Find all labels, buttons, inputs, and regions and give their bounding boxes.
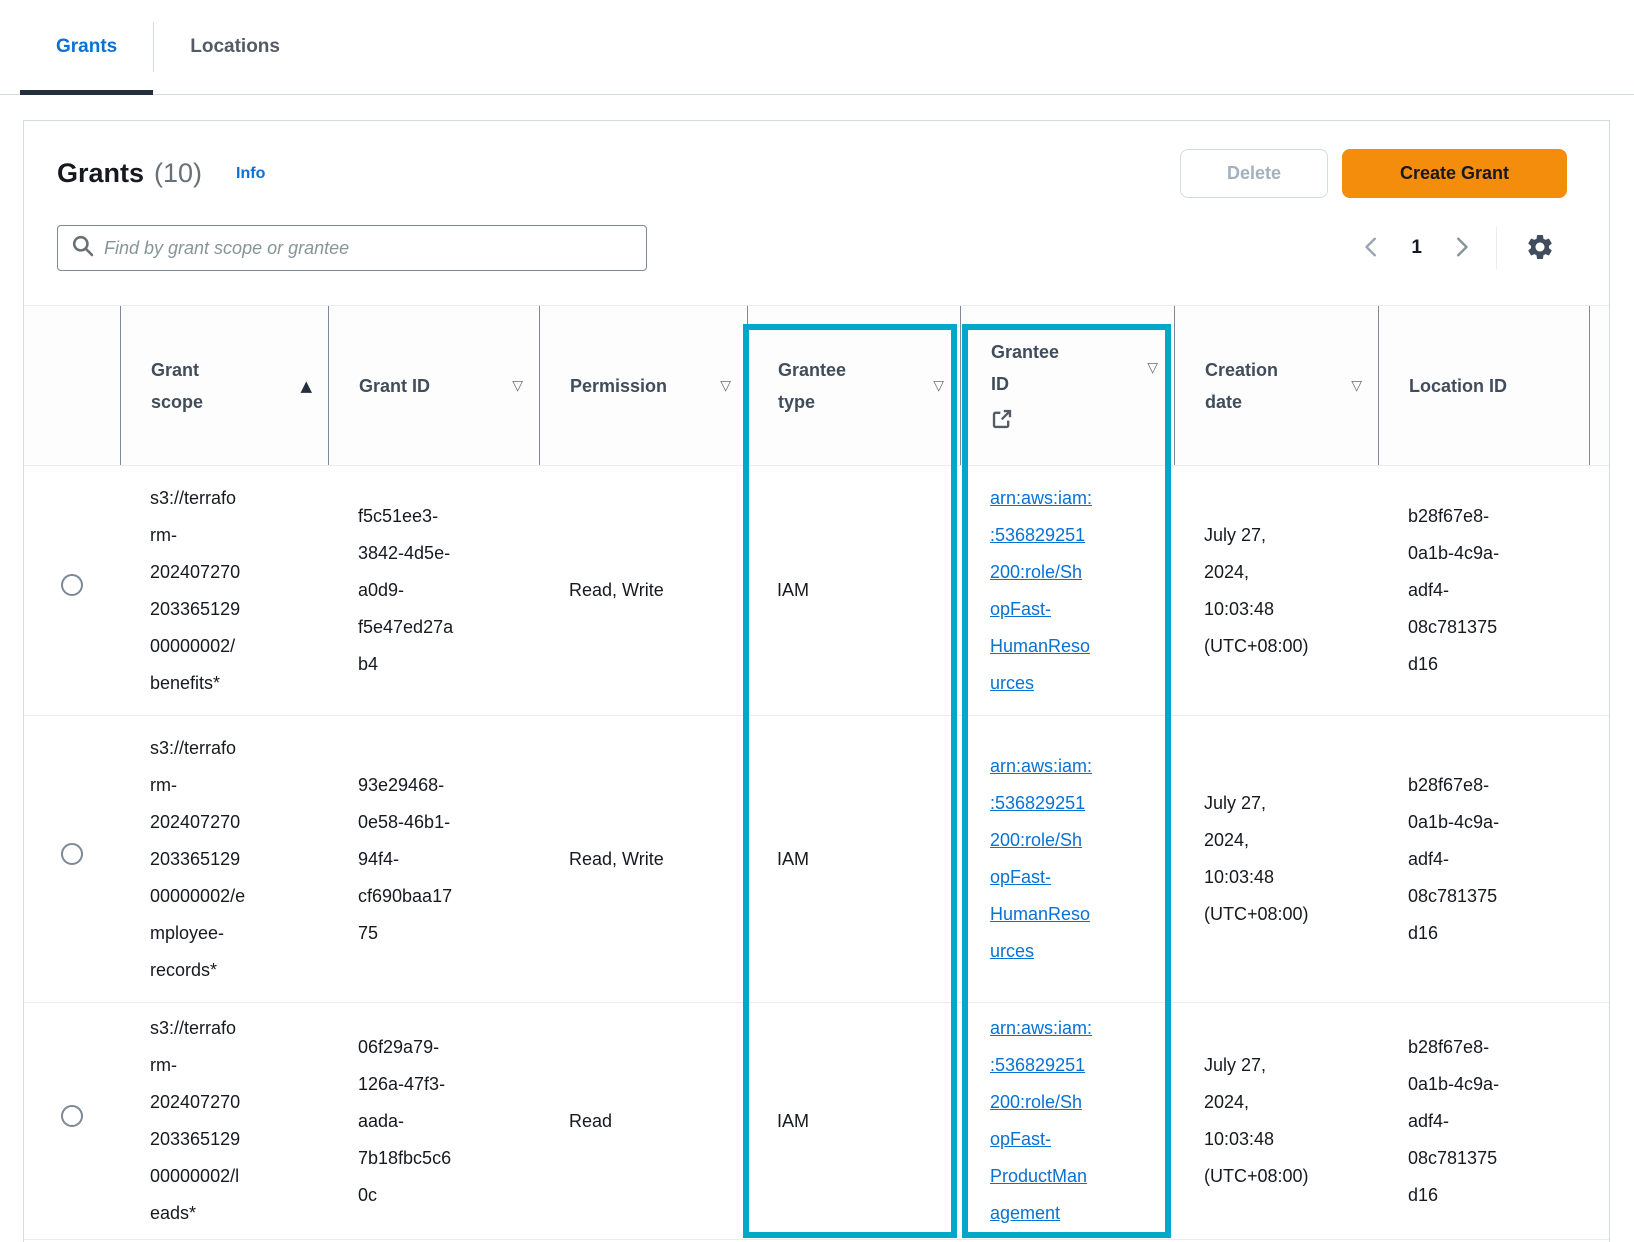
grantee-id-header-label: Grantee ID <box>991 336 1141 400</box>
previous-page-button[interactable] <box>1355 228 1389 269</box>
gear-icon <box>1525 250 1555 265</box>
sort-descending-icon[interactable]: ▽ <box>1351 378 1362 394</box>
info-link[interactable]: Info <box>236 165 265 183</box>
column-header-grantee-type[interactable]: Grantee type ▽ <box>747 306 960 465</box>
permission-cell: Read <box>539 1103 747 1140</box>
grant-scope-header-label: Grant scope <box>151 354 294 418</box>
grant-id-cell: f5c51ee3- 3842-4d5e- a0d9- f5e47ed27a b4 <box>328 498 539 683</box>
column-header-grant-scope[interactable]: Grant scope ▲ <box>120 306 328 465</box>
grant-scope-cell: s3://terrafo rm- 202407270 203365129 000… <box>120 730 328 989</box>
table-row[interactable]: s3://terrafo rm- 202407270 203365129 000… <box>24 716 1609 1003</box>
search-box[interactable] <box>57 225 647 271</box>
toolbar-divider <box>1496 227 1497 269</box>
tab-locations[interactable]: Locations <box>154 0 316 94</box>
grant-id-cell: 93e29468- 0e58-46b1- 94f4- cf690baa17 75 <box>328 767 539 952</box>
grantee-id-link[interactable]: arn:aws:iam: :536829251 200:role/Sh opFa… <box>990 488 1092 693</box>
location-id-cell: b28f67e8- 0a1b-4c9a- adf4- 08c781375 d16 <box>1378 767 1589 952</box>
sort-descending-icon[interactable]: ▽ <box>512 378 523 394</box>
column-header-creation-date[interactable]: Creation date ▽ <box>1174 306 1378 465</box>
column-header-grant-id[interactable]: Grant ID ▽ <box>328 306 539 465</box>
permission-cell: Read, Write <box>539 572 747 609</box>
next-page-button[interactable] <box>1444 228 1478 269</box>
grantee-id-link[interactable]: arn:aws:iam: :536829251 200:role/Sh opFa… <box>990 756 1092 961</box>
creation-date-cell: July 27, 2024, 10:03:48 (UTC+08:00) <box>1174 1047 1378 1195</box>
location-id-header-label: Location ID <box>1409 370 1573 402</box>
search-input[interactable] <box>104 238 632 259</box>
select-column-header <box>24 306 120 465</box>
tab-bar: Grants Locations <box>0 0 1634 95</box>
table-row[interactable]: s3://terrafo rm- 202407270 203365129 000… <box>24 466 1609 716</box>
sort-ascending-icon[interactable]: ▲ <box>300 377 312 395</box>
chevron-right-icon <box>1450 234 1472 263</box>
sort-descending-icon[interactable]: ▽ <box>1147 360 1158 376</box>
table-header-row: Grant scope ▲ Grant ID ▽ Permission ▽ Gr… <box>24 306 1609 466</box>
chevron-left-icon <box>1361 234 1383 263</box>
permission-cell: Read, Write <box>539 841 747 878</box>
grants-table: Grant scope ▲ Grant ID ▽ Permission ▽ Gr… <box>24 305 1609 1240</box>
grants-panel: Grants (10) Info Delete Create Grant <box>23 120 1610 1242</box>
panel-title: Grants <box>57 158 144 189</box>
search-icon <box>72 235 94 262</box>
current-page[interactable]: 1 <box>1411 237 1422 259</box>
table-row[interactable]: s3://terrafo rm- 202407270 203365129 000… <box>24 1003 1609 1240</box>
grantee-type-header-label: Grantee type <box>778 354 927 418</box>
panel-header: Grants (10) Info Delete Create Grant <box>24 121 1609 198</box>
permission-header-label: Permission <box>570 370 714 402</box>
grant-scope-cell: s3://terrafo rm- 202407270 203365129 000… <box>120 1010 328 1232</box>
grantee-type-cell: IAM <box>747 841 960 878</box>
creation-date-header-label: Creation date <box>1205 354 1345 418</box>
row-radio-button[interactable] <box>61 1105 83 1127</box>
tab-locations-label: Locations <box>190 36 280 58</box>
creation-date-cell: July 27, 2024, 10:03:48 (UTC+08:00) <box>1174 785 1378 933</box>
sort-descending-icon[interactable]: ▽ <box>720 378 731 394</box>
grant-scope-cell: s3://terrafo rm- 202407270 203365129 000… <box>120 480 328 702</box>
external-link-icon <box>991 408 1158 435</box>
preferences-button[interactable] <box>1521 228 1559 269</box>
grant-id-header-label: Grant ID <box>359 370 506 402</box>
create-grant-button[interactable]: Create Grant <box>1342 149 1567 198</box>
row-radio-button[interactable] <box>61 574 83 596</box>
grantee-id-link[interactable]: arn:aws:iam: :536829251 200:role/Sh opFa… <box>990 1018 1092 1223</box>
tab-grants-label: Grants <box>56 36 117 58</box>
header-filler <box>1589 306 1610 465</box>
column-header-grantee-id[interactable]: Grantee ID ▽ <box>960 306 1174 465</box>
column-header-location-id[interactable]: Location ID <box>1378 306 1589 465</box>
grantee-type-cell: IAM <box>747 1103 960 1140</box>
sort-descending-icon[interactable]: ▽ <box>933 378 944 394</box>
creation-date-cell: July 27, 2024, 10:03:48 (UTC+08:00) <box>1174 517 1378 665</box>
grantee-type-cell: IAM <box>747 572 960 609</box>
grant-id-cell: 06f29a79- 126a-47f3- aada- 7b18fbc5c6 0c <box>328 1029 539 1214</box>
location-id-cell: b28f67e8- 0a1b-4c9a- adf4- 08c781375 d16 <box>1378 498 1589 683</box>
location-id-cell: b28f67e8- 0a1b-4c9a- adf4- 08c781375 d16 <box>1378 1029 1589 1214</box>
panel-count: (10) <box>154 158 202 189</box>
row-radio-button[interactable] <box>61 843 83 865</box>
table-toolbar: 1 <box>24 225 1609 271</box>
delete-button[interactable]: Delete <box>1180 149 1328 198</box>
column-header-permission[interactable]: Permission ▽ <box>539 306 747 465</box>
tab-grants[interactable]: Grants <box>20 0 153 94</box>
